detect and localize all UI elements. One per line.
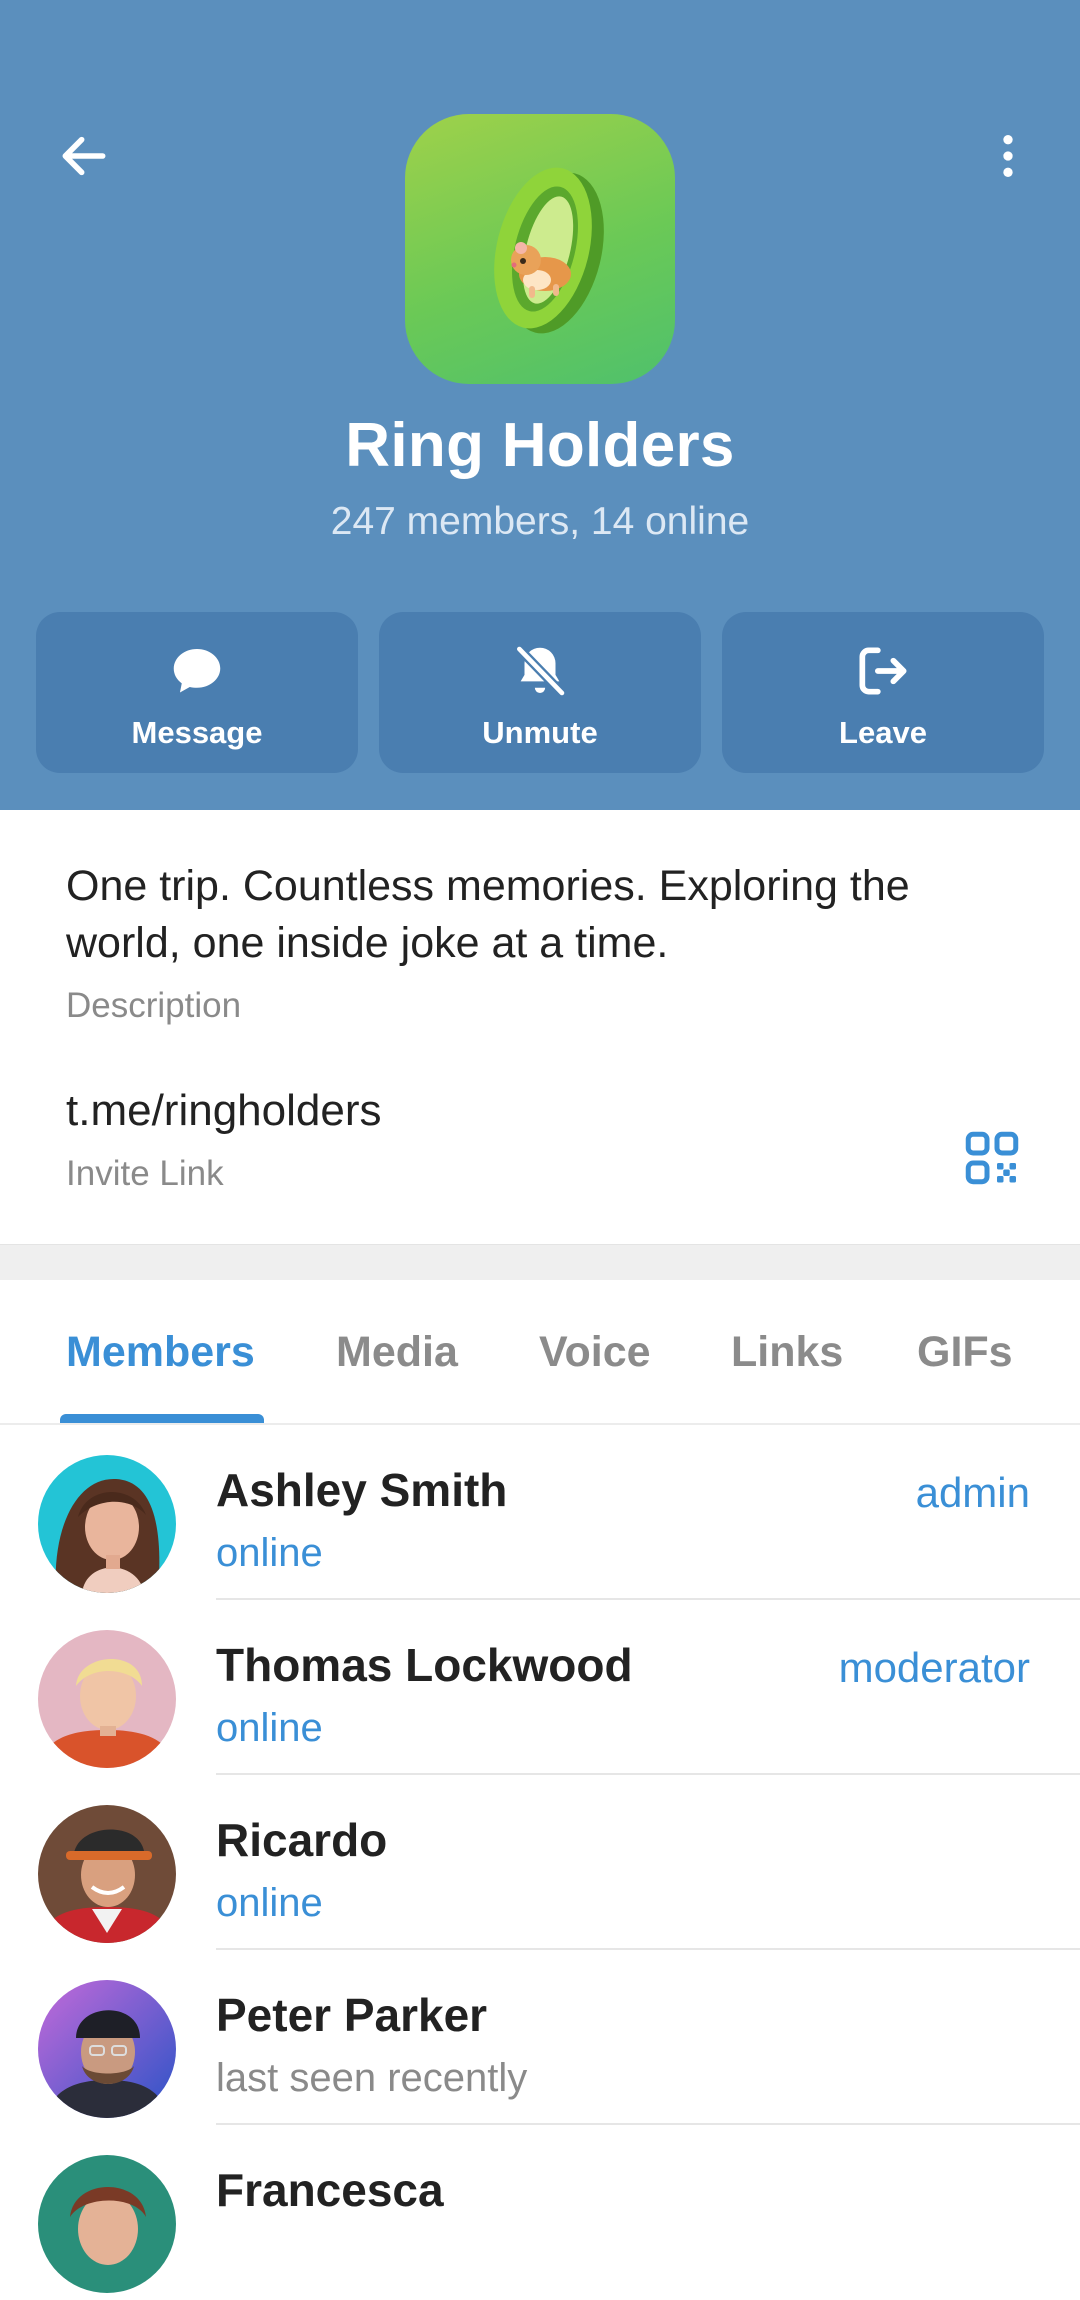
member-name: Peter Parker <box>216 1989 488 2041</box>
qr-code-button[interactable] <box>944 1110 1040 1206</box>
leave-icon <box>859 647 907 695</box>
member-role-badge: admin <box>915 1469 1030 1516</box>
member-status: online <box>216 1531 323 1575</box>
member-name: Ricardo <box>216 1814 388 1866</box>
unmute-button[interactable]: Unmute <box>379 612 701 773</box>
avatar <box>38 2155 176 2293</box>
member-row[interactable]: Peter Parker last seen recently <box>0 1950 1080 2125</box>
invite-link[interactable]: t.me/ringholders <box>66 1086 381 1136</box>
member-row[interactable]: Ashley Smith online admin <box>0 1425 1080 1600</box>
message-icon <box>173 649 221 693</box>
member-name: Thomas Lockwood <box>216 1639 633 1691</box>
member-status: online <box>216 1706 323 1750</box>
member-status: last seen recently <box>216 2056 528 2100</box>
avatar <box>38 1630 176 1768</box>
member-row[interactable]: Francesca <box>0 2125 1080 2300</box>
avatar <box>38 1980 176 2118</box>
active-tab-indicator <box>60 1414 264 1423</box>
message-button-label: Message <box>131 715 263 750</box>
member-row[interactable]: Thomas Lockwood online moderator <box>0 1600 1080 1775</box>
tab-voice[interactable]: Voice <box>539 1328 651 1377</box>
qr-code-icon <box>965 1131 1019 1185</box>
member-row[interactable]: Ricardo online <box>0 1775 1080 1950</box>
tab-links[interactable]: Links <box>731 1328 843 1377</box>
member-name: Ashley Smith <box>216 1464 508 1516</box>
description-label: Description <box>66 986 242 1025</box>
bell-off-icon <box>514 644 567 698</box>
back-button[interactable] <box>40 112 128 200</box>
member-status: online <box>216 1881 323 1925</box>
tab-gifs[interactable]: GIFs <box>917 1328 1013 1377</box>
group-avatar[interactable] <box>405 114 675 384</box>
hamster-wheel-icon <box>494 167 604 334</box>
section-divider <box>0 1244 1080 1281</box>
avatar <box>38 1455 176 1593</box>
member-role-badge: moderator <box>838 1644 1030 1691</box>
member-count: 247 members, 14 online <box>330 500 750 543</box>
more-vertical-icon <box>1003 135 1013 177</box>
more-options-button[interactable] <box>964 112 1052 200</box>
description-text: One trip. Countless memories. Exploring … <box>66 862 910 967</box>
back-arrow-icon <box>62 136 106 176</box>
leave-button[interactable]: Leave <box>722 612 1044 773</box>
group-title: Ring Holders <box>345 411 735 480</box>
leave-button-label: Leave <box>839 715 927 750</box>
profile-header: Ring Holders 247 members, 14 online Mess… <box>0 0 1080 810</box>
tab-media[interactable]: Media <box>336 1328 458 1377</box>
tab-members[interactable]: Members <box>66 1328 255 1377</box>
media-tabs: Members Media Voice Links GIFs <box>0 1280 1080 1425</box>
message-button[interactable]: Message <box>36 612 358 773</box>
group-info: One trip. Countless memories. Exploring … <box>0 810 1080 1244</box>
unmute-button-label: Unmute <box>482 715 598 750</box>
member-name: Francesca <box>216 2164 444 2216</box>
invite-link-label: Invite Link <box>66 1154 224 1193</box>
avatar <box>38 1805 176 1943</box>
